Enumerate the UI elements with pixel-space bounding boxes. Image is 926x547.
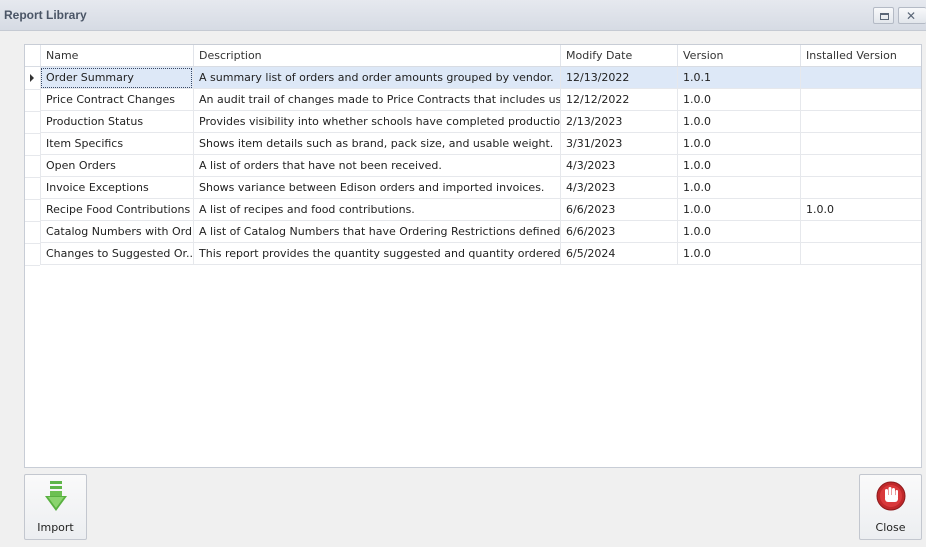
cell-description[interactable]: Shows variance between Edison orders and… <box>193 177 560 199</box>
table-row[interactable]: Catalog Numbers with Ord... A list of Cat… <box>25 221 921 244</box>
cell-modify-date[interactable]: 3/31/2023 <box>560 133 677 155</box>
cell-modify-date[interactable]: 12/12/2022 <box>560 89 677 111</box>
row-indicator[interactable] <box>25 199 40 222</box>
cell-modify-date[interactable]: 6/6/2023 <box>560 221 677 243</box>
stop-hand-icon <box>876 481 905 511</box>
cell-modify-date[interactable]: 6/5/2024 <box>560 243 677 265</box>
cell-name[interactable]: Recipe Food Contributions <box>40 199 193 221</box>
table-row[interactable]: Order Summary A summary list of orders an… <box>25 67 921 90</box>
table-row[interactable]: Item Specifics Shows item details such as… <box>25 133 921 156</box>
cell-installed-version[interactable] <box>800 221 921 243</box>
cell-description[interactable]: A list of Catalog Numbers that have Orde… <box>193 221 560 243</box>
cell-modify-date[interactable]: 2/13/2023 <box>560 111 677 133</box>
cell-version[interactable]: 1.0.0 <box>677 199 800 221</box>
window-title: Report Library <box>4 8 87 22</box>
grid-header: Name Description Modify Date Version Ins… <box>25 45 921 67</box>
cell-description[interactable]: An audit trail of changes made to Price … <box>193 89 560 111</box>
table-row[interactable]: Changes to Suggested Or... This report pr… <box>25 243 921 266</box>
cell-version[interactable]: 1.0.1 <box>677 67 800 89</box>
title-bar[interactable]: Report Library ✕ <box>0 0 926 31</box>
row-indicator[interactable] <box>25 177 40 200</box>
maximize-button[interactable] <box>873 7 894 24</box>
cell-description[interactable]: A summary list of orders and order amoun… <box>193 67 560 89</box>
window-close-button[interactable]: ✕ <box>898 7 926 24</box>
column-header-modify-date[interactable]: Modify Date <box>560 45 677 66</box>
cell-name[interactable]: Catalog Numbers with Ord... <box>40 221 193 243</box>
cell-version[interactable]: 1.0.0 <box>677 177 800 199</box>
cell-installed-version[interactable] <box>800 133 921 155</box>
cell-modify-date[interactable]: 6/6/2023 <box>560 199 677 221</box>
cell-name[interactable]: Production Status <box>40 111 193 133</box>
cell-name[interactable]: Invoice Exceptions <box>40 177 193 199</box>
cell-version[interactable]: 1.0.0 <box>677 133 800 155</box>
row-indicator[interactable] <box>25 155 40 178</box>
cell-description[interactable]: Provides visibility into whether schools… <box>193 111 560 133</box>
column-header-installed-version[interactable]: Installed Version <box>800 45 921 66</box>
cell-description[interactable]: This report provides the quantity sugges… <box>193 243 560 265</box>
cell-name[interactable]: Order Summary <box>40 67 193 89</box>
cell-installed-version[interactable] <box>800 111 921 133</box>
cell-version[interactable]: 1.0.0 <box>677 111 800 133</box>
cell-modify-date[interactable]: 12/13/2022 <box>560 67 677 89</box>
current-row-indicator-icon[interactable] <box>25 67 40 90</box>
row-indicator[interactable] <box>25 111 40 134</box>
cell-name[interactable]: Changes to Suggested Or... <box>40 243 193 265</box>
cell-modify-date[interactable]: 4/3/2023 <box>560 177 677 199</box>
cell-name[interactable]: Open Orders <box>40 155 193 177</box>
close-icon: ✕ <box>906 9 917 23</box>
column-header-name[interactable]: Name <box>40 45 193 66</box>
cell-version[interactable]: 1.0.0 <box>677 221 800 243</box>
table-row[interactable]: Open Orders A list of orders that have no… <box>25 155 921 178</box>
report-grid[interactable]: Name Description Modify Date Version Ins… <box>24 44 922 468</box>
import-button[interactable]: Import <box>24 474 87 540</box>
cell-description[interactable]: A list of recipes and food contributions… <box>193 199 560 221</box>
cell-installed-version[interactable]: 1.0.0 <box>800 199 921 221</box>
column-header-description[interactable]: Description <box>193 45 560 66</box>
row-indicator[interactable] <box>25 133 40 156</box>
row-indicator[interactable] <box>25 221 40 244</box>
row-indicator[interactable] <box>25 243 40 266</box>
cell-installed-version[interactable] <box>800 67 921 89</box>
column-header-version[interactable]: Version <box>677 45 800 66</box>
import-label: Import <box>37 521 74 534</box>
cell-installed-version[interactable] <box>800 177 921 199</box>
row-indicator-header <box>25 45 40 66</box>
table-row[interactable]: Production Status Provides visibility int… <box>25 111 921 134</box>
table-row[interactable]: Invoice Exceptions Shows variance between… <box>25 177 921 200</box>
cell-description[interactable]: Shows item details such as brand, pack s… <box>193 133 560 155</box>
close-label: Close <box>875 521 906 534</box>
table-row[interactable]: Recipe Food Contributions A list of recip… <box>25 199 921 222</box>
cell-version[interactable]: 1.0.0 <box>677 243 800 265</box>
cell-installed-version[interactable] <box>800 243 921 265</box>
cell-modify-date[interactable]: 4/3/2023 <box>560 155 677 177</box>
import-arrow-icon <box>44 481 67 511</box>
cell-name[interactable]: Item Specifics <box>40 133 193 155</box>
cell-name[interactable]: Price Contract Changes <box>40 89 193 111</box>
row-indicator[interactable] <box>25 89 40 112</box>
cell-version[interactable]: 1.0.0 <box>677 89 800 111</box>
table-row[interactable]: Price Contract Changes An audit trail of … <box>25 89 921 112</box>
cell-description[interactable]: A list of orders that have not been rece… <box>193 155 560 177</box>
close-button[interactable]: Close <box>859 474 922 540</box>
cell-installed-version[interactable] <box>800 155 921 177</box>
cell-version[interactable]: 1.0.0 <box>677 155 800 177</box>
footer-bar: Import Close <box>0 468 926 547</box>
cell-installed-version[interactable] <box>800 89 921 111</box>
report-library-window: Report Library ✕ Name Description Modify… <box>0 0 926 547</box>
